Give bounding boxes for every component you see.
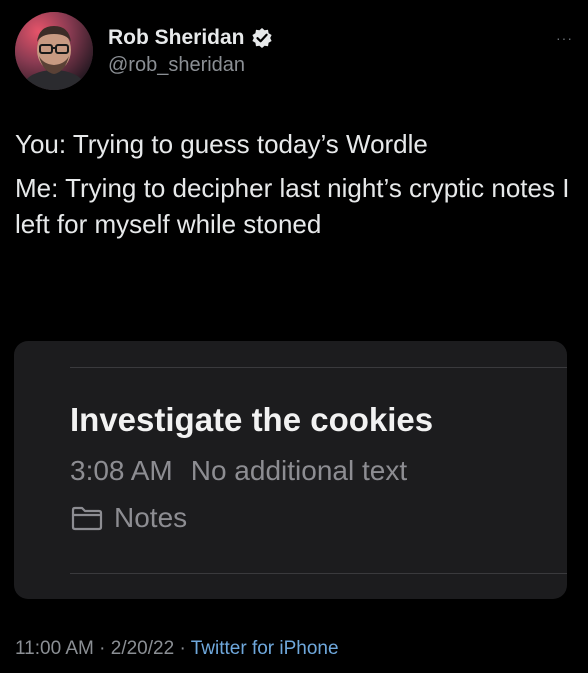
notes-screenshot-card[interactable]: Investigate the cookies 3:08 AM No additi… xyxy=(14,341,567,599)
tweet-text-line-1: You: Trying to guess today’s Wordle xyxy=(15,129,428,159)
note-folder-label: Notes xyxy=(114,502,188,533)
divider xyxy=(70,367,567,368)
note-meta: 3:08 AM No additional text xyxy=(70,455,407,487)
note-preview: No additional text xyxy=(190,455,408,486)
tweet-date[interactable]: 2/20/22 xyxy=(111,638,174,659)
folder-icon xyxy=(70,505,104,531)
note-time: 3:08 AM xyxy=(70,455,173,486)
divider xyxy=(70,573,567,574)
verified-badge-icon xyxy=(251,27,273,49)
tweet-text-line-2: Me: Trying to decipher last night’s cryp… xyxy=(15,173,570,239)
note-title: Investigate the cookies xyxy=(70,401,434,438)
tweet-time[interactable]: 11:00 AM xyxy=(15,638,94,659)
separator: · xyxy=(174,638,191,659)
separator: · xyxy=(93,638,111,659)
tweet-source-link[interactable]: Twitter for iPhone xyxy=(191,638,339,659)
avatar[interactable] xyxy=(15,12,93,90)
tweet-text: You: Trying to guess today’s Wordle Me: … xyxy=(15,126,575,250)
tweet: Rob Sheridan @rob_sheridan ··· You: Tryi… xyxy=(0,0,588,673)
author-names: Rob Sheridan @rob_sheridan xyxy=(108,24,273,77)
tweet-footer: 11:00 AM · 2/20/22 · Twitter for iPhone xyxy=(15,638,339,660)
more-options-icon[interactable]: ··· xyxy=(556,30,573,46)
note-folder: Notes xyxy=(70,502,187,534)
author-handle[interactable]: @rob_sheridan xyxy=(108,54,273,77)
display-name-row: Rob Sheridan xyxy=(108,24,273,52)
display-name[interactable]: Rob Sheridan xyxy=(108,26,245,50)
tweet-header: Rob Sheridan @rob_sheridan ··· xyxy=(15,12,575,92)
